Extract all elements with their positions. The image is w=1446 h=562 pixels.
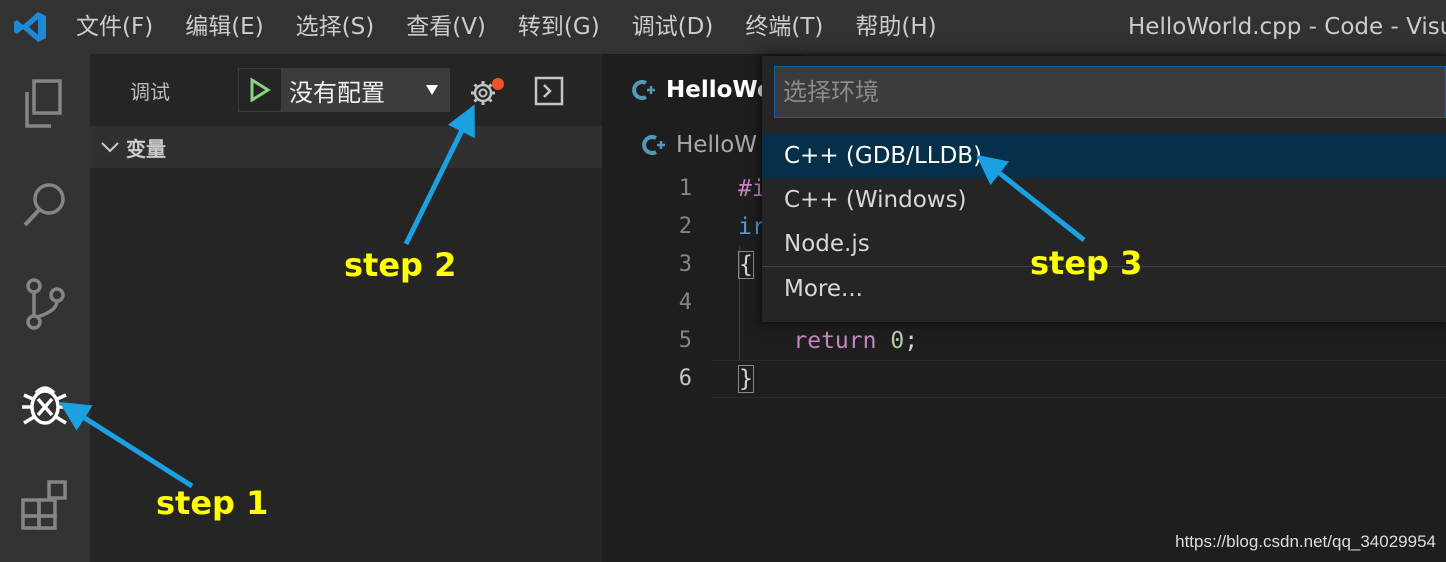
terminal-icon bbox=[534, 76, 564, 106]
chevron-down-icon bbox=[101, 142, 119, 153]
gear-icon bbox=[471, 78, 504, 105]
code-token: ; bbox=[904, 328, 919, 354]
step3-label: step 3 bbox=[1030, 244, 1143, 282]
line-number: 3 bbox=[678, 252, 692, 277]
explorer-button[interactable] bbox=[0, 64, 90, 144]
line-number: 2 bbox=[678, 214, 692, 239]
code-token: 0 bbox=[890, 328, 905, 354]
menu-bar: 文件(F) 编辑(E) 选择(S) 查看(V) 转到(G) 调试(D) 终端(T… bbox=[60, 0, 953, 54]
search-icon bbox=[23, 183, 65, 227]
tab-label: HelloWo bbox=[666, 77, 773, 103]
debug-config-box: 没有配置 bbox=[238, 68, 450, 112]
debug-toolbar: 调试 没有配置 bbox=[90, 54, 602, 126]
cpp-file-icon bbox=[632, 80, 655, 100]
menu-file[interactable]: 文件(F) bbox=[60, 0, 169, 54]
watermark: https://blog.csdn.net/qq_34029954 bbox=[1175, 532, 1436, 551]
notification-badge bbox=[492, 78, 504, 90]
debug-config-value: 没有配置 bbox=[289, 78, 385, 107]
select-environment-quickpick: C++ (GDB/LLDB) C++ (Windows) Node.js Mor… bbox=[762, 56, 1446, 322]
menu-debug[interactable]: 调试(D) bbox=[616, 0, 730, 54]
code-token: } bbox=[738, 365, 754, 393]
title-bar: 文件(F) 编辑(E) 选择(S) 查看(V) 转到(G) 调试(D) 终端(T… bbox=[0, 0, 1446, 54]
cpp-file-icon bbox=[642, 135, 665, 155]
line-number: 1 bbox=[678, 176, 692, 201]
environment-list: C++ (GDB/LLDB) C++ (Windows) Node.js Mor… bbox=[762, 134, 1446, 311]
menu-selection[interactable]: 选择(S) bbox=[280, 0, 391, 54]
line-number-gutter: 1 2 3 4 5 6 bbox=[662, 170, 692, 398]
variables-section-header[interactable]: 变量 bbox=[90, 126, 602, 168]
dropdown-arrow-icon bbox=[426, 85, 438, 95]
extensions-icon bbox=[21, 480, 67, 530]
code-token: { bbox=[738, 251, 754, 279]
breadcrumb[interactable]: HelloW bbox=[640, 132, 757, 158]
code-line: return 0; bbox=[738, 322, 918, 360]
extensions-button[interactable] bbox=[0, 464, 90, 544]
open-launch-json-button[interactable] bbox=[468, 74, 508, 108]
vscode-logo-icon bbox=[0, 0, 60, 54]
menu-edit[interactable]: 编辑(E) bbox=[169, 0, 279, 54]
breadcrumb-file: HelloW bbox=[676, 132, 758, 158]
line-number: 6 bbox=[678, 366, 692, 391]
code-line: } bbox=[738, 360, 918, 398]
files-icon bbox=[25, 79, 62, 128]
debug-view-title: 调试 bbox=[130, 80, 170, 104]
menu-view[interactable]: 查看(V) bbox=[390, 0, 502, 54]
line-number: 4 bbox=[678, 290, 692, 315]
debug-button[interactable] bbox=[0, 364, 90, 444]
step2-label: step 2 bbox=[344, 246, 457, 284]
source-control-icon bbox=[26, 278, 65, 330]
search-button[interactable] bbox=[0, 164, 90, 244]
env-option-cpp-windows[interactable]: C++ (Windows) bbox=[762, 178, 1446, 222]
start-debugging-button[interactable] bbox=[239, 69, 281, 111]
play-icon bbox=[250, 78, 271, 102]
line-number: 5 bbox=[678, 328, 692, 353]
environment-search-input[interactable] bbox=[774, 66, 1446, 118]
source-control-button[interactable] bbox=[0, 264, 90, 344]
debug-icon bbox=[22, 386, 68, 425]
code-token: return bbox=[793, 328, 877, 354]
env-option-cpp-gdb[interactable]: C++ (GDB/LLDB) bbox=[762, 134, 1446, 178]
menu-help[interactable]: 帮助(H) bbox=[839, 0, 952, 54]
variables-section-title: 变量 bbox=[126, 136, 166, 161]
menu-terminal[interactable]: 终端(T) bbox=[729, 0, 839, 54]
menu-go[interactable]: 转到(G) bbox=[502, 0, 616, 54]
step1-label: step 1 bbox=[156, 484, 269, 522]
debug-config-select[interactable]: 没有配置 bbox=[281, 73, 449, 108]
window-title: HelloWorld.cpp - Code - Visua bbox=[1128, 14, 1446, 40]
debug-console-button[interactable] bbox=[534, 76, 564, 106]
activity-bar bbox=[0, 54, 90, 562]
